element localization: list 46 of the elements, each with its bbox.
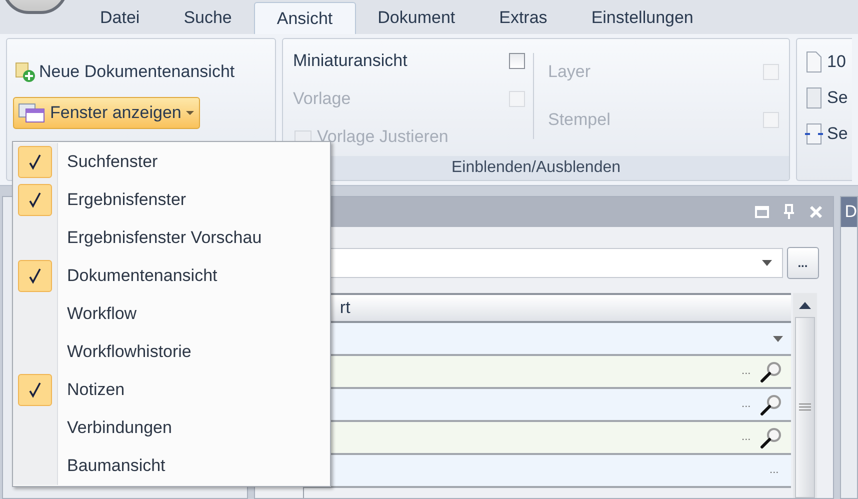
dropdown-arrow-icon <box>772 336 783 342</box>
search-icon[interactable] <box>758 360 783 384</box>
ellipsis-button[interactable]: ... <box>742 429 751 446</box>
checkbox[interactable] <box>509 53 525 69</box>
page-option[interactable]: Se <box>805 121 852 147</box>
option-label: Stempel <box>548 109 610 132</box>
check-icon <box>28 268 42 284</box>
document-add-icon <box>13 61 37 83</box>
page-width-icon <box>805 123 823 145</box>
menu-item[interactable]: Dokumentenansicht <box>13 257 330 295</box>
minimize-icon[interactable] <box>754 206 769 218</box>
ribbon-tab[interactable]: Extras <box>477 2 570 34</box>
option-label: Miniaturansicht <box>293 50 408 72</box>
check-icon <box>28 192 42 208</box>
menu-item[interactable]: Ergebnisfenster <box>13 181 330 219</box>
option-label: Layer <box>548 61 591 84</box>
windows-icon <box>18 103 46 123</box>
caret-icon <box>185 110 196 116</box>
grip-icon <box>798 402 811 412</box>
ribbon-tab[interactable]: Dokument <box>356 2 478 34</box>
ellipsis-button[interactable]: ... <box>770 462 783 479</box>
ribbon-tab[interactable]: Einstellungen <box>569 2 716 34</box>
show-windows-button[interactable]: Fenster anzeigen <box>13 97 200 129</box>
ellipsis-button[interactable]: ... <box>742 396 751 413</box>
ribbon-tab[interactable]: Ansicht <box>254 2 356 34</box>
scrollbar[interactable] <box>792 293 817 498</box>
option-label: Vorlage <box>293 88 351 110</box>
search-icon[interactable] <box>758 426 783 450</box>
pin-icon[interactable] <box>782 204 795 220</box>
panel-title: D <box>844 201 857 224</box>
ellipsis-button[interactable]: ... <box>742 363 751 380</box>
check-icon <box>28 382 42 398</box>
check-icon <box>28 154 42 170</box>
new-view-button[interactable]: Neue Dokumentenansicht <box>13 59 269 85</box>
browse-button[interactable]: ... <box>786 247 819 279</box>
dropdown-arrow-icon <box>762 260 772 266</box>
menu-item[interactable]: Ergebnisfenster Vorschau <box>13 219 330 257</box>
page-icon <box>805 87 823 109</box>
ribbon-tab[interactable]: Datei <box>78 2 162 34</box>
close-icon[interactable] <box>808 205 823 219</box>
ribbon-tab[interactable]: Suche <box>162 2 254 34</box>
page-option[interactable]: 10 <box>805 49 852 75</box>
grid-row[interactable]: ... <box>304 455 791 488</box>
page-icon <box>805 51 823 73</box>
search-icon[interactable] <box>758 392 783 416</box>
page-option[interactable]: Se <box>805 85 852 111</box>
